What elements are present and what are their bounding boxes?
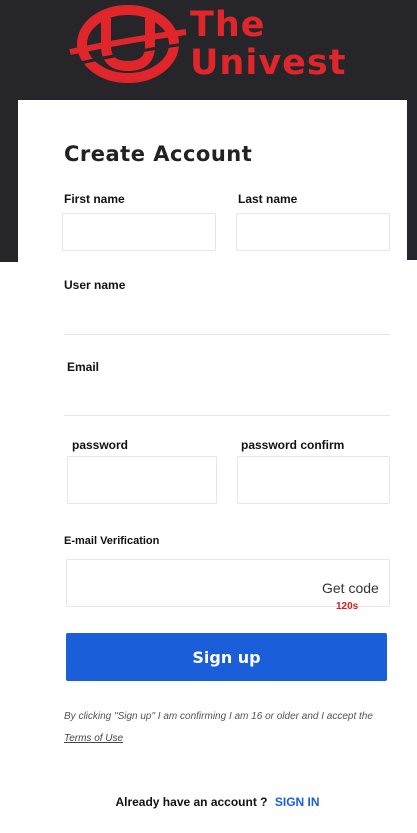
logo-wordmark-line1: The bbox=[190, 5, 266, 45]
verification-code-input[interactable] bbox=[67, 560, 317, 606]
brand-logo[interactable]: The Univest bbox=[66, 4, 396, 90]
logo-wordmark-line2: Univest bbox=[190, 43, 347, 83]
first-name-label: First name bbox=[64, 192, 125, 206]
already-have-account-text: Already have an account ? bbox=[115, 795, 268, 809]
verification-label: E-mail Verification bbox=[64, 535, 160, 547]
email-input[interactable] bbox=[64, 378, 390, 415]
password-confirm-label: password confirm bbox=[241, 438, 345, 452]
email-field-wrap bbox=[64, 378, 390, 416]
password-confirm-input[interactable] bbox=[238, 457, 389, 503]
password-input[interactable] bbox=[68, 457, 216, 503]
last-name-label: Last name bbox=[238, 192, 298, 206]
header-backdrop-right bbox=[407, 100, 417, 260]
sign-in-link[interactable]: SIGN IN bbox=[275, 795, 320, 809]
username-input[interactable] bbox=[64, 297, 390, 334]
terms-notice: By clicking "Sign up" I am confirming I … bbox=[64, 706, 384, 750]
email-label: Email bbox=[67, 360, 100, 374]
terms-text: By clicking "Sign up" I am confirming I … bbox=[64, 711, 373, 722]
header-backdrop-left bbox=[0, 100, 18, 262]
last-name-input[interactable] bbox=[237, 214, 389, 250]
password-confirm-field-wrap bbox=[237, 456, 390, 504]
get-code-button[interactable]: Get code bbox=[322, 580, 379, 596]
signin-prompt: Already have an account ? SIGN IN bbox=[0, 795, 417, 809]
last-name-field-wrap bbox=[236, 213, 390, 251]
page-title: Create Account bbox=[64, 142, 253, 166]
logo-mark-icon bbox=[69, 5, 187, 83]
terms-of-use-link[interactable]: Terms of Use bbox=[64, 733, 123, 744]
resend-timer: 120s bbox=[336, 601, 359, 612]
sign-up-button[interactable]: Sign up bbox=[66, 633, 387, 681]
first-name-field-wrap bbox=[62, 213, 216, 251]
username-label: User name bbox=[64, 278, 126, 292]
first-name-input[interactable] bbox=[63, 214, 215, 250]
password-field-wrap bbox=[67, 456, 217, 504]
username-field-wrap bbox=[64, 297, 390, 335]
password-label: password bbox=[72, 438, 129, 452]
